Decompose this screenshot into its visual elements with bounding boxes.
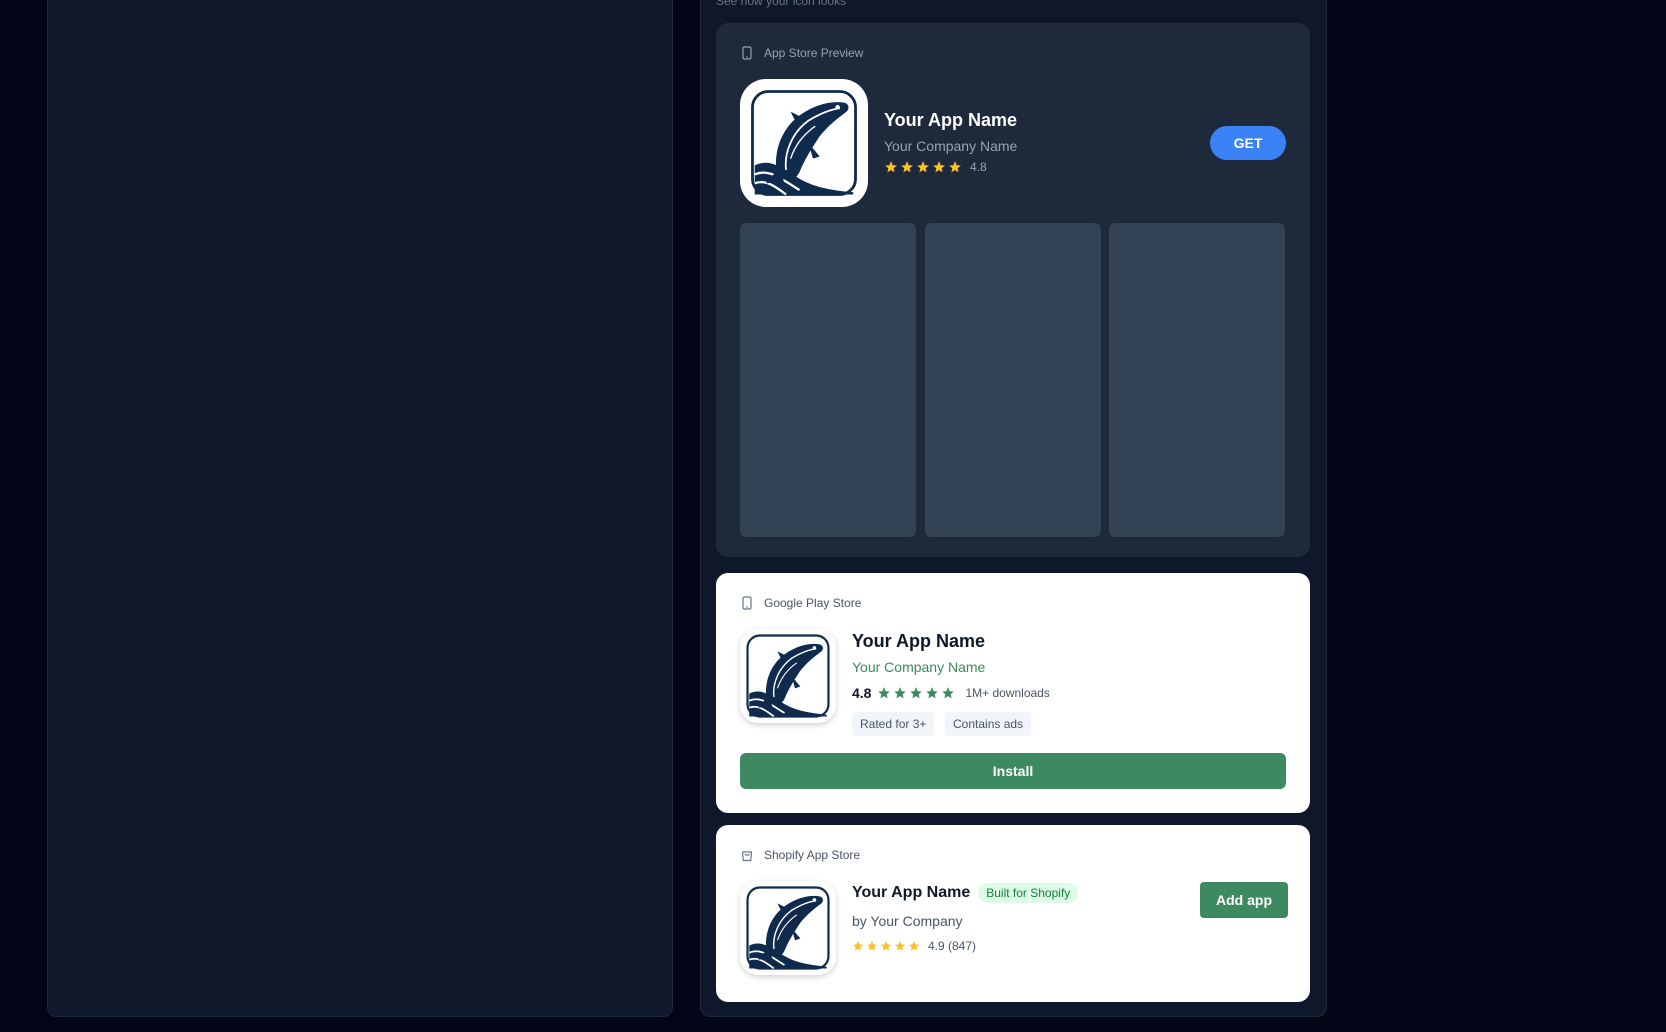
app-name: Your App Name [884,110,1018,130]
rating: 4.8 [884,160,987,174]
company-name: Your Company Name [884,138,1018,154]
google-play-header: Google Play Store [740,596,861,610]
app-name: Your App Name [852,884,971,901]
star-icon [881,941,891,951]
shopify-label: Shopify App Store [764,848,861,862]
star-rating [884,160,962,174]
phone-icon [742,596,752,610]
rating: 4.8 1M+ downloads [852,685,1050,701]
screenshot-placeholder [925,223,1101,537]
fish-icon [746,634,830,718]
app-store-preview-card: App Store Preview Your App Name Your Com… [716,23,1310,557]
fish-icon [751,90,857,196]
star-icon [867,941,877,951]
shopify-header: Shopify App Store [740,848,860,862]
star-icon [917,161,929,173]
star-icon [894,687,907,699]
ads-tag: Contains ads [945,712,1032,736]
star-icon [885,161,897,173]
star-icon [933,161,945,173]
star-icon [901,161,913,173]
downloads: 1M+ downloads [965,686,1050,700]
star-icon [878,687,891,699]
rating-value: 4.8 [970,160,987,174]
developer-name: by Your Company [852,913,963,929]
phone-icon [742,46,752,60]
google-play-card: Google Play Store Your App Name Your Com… [716,573,1310,813]
add-app-button[interactable]: Add app [1200,882,1288,918]
shopify-card: Shopify App Store Your App Name Built fo… [716,825,1310,1002]
app-icon [740,881,836,975]
star-icon [926,687,939,699]
screenshot-placeholder [1109,223,1285,537]
app-icon [740,629,836,723]
rating-value: 4.8 [852,685,872,701]
star-rating [877,686,955,700]
fish-icon-wrapper [748,87,860,199]
rating-value: 4.9 (847) [928,939,977,953]
app-icon [740,79,868,207]
get-button[interactable]: GET [1210,126,1286,160]
fish-icon [746,886,830,970]
star-icon [949,161,961,173]
company-name: Your Company Name [852,659,986,675]
screenshot-placeholder [740,223,916,537]
shopify-title-row: Your App Name Built for Shopify [852,883,1079,903]
fish-icon-wrapper [744,632,832,720]
star-icon [853,941,863,951]
content-rating-tag: Rated for 3+ [852,712,935,736]
google-play-label: Google Play Store [764,596,862,610]
star-icon [909,941,919,951]
star-icon [942,687,955,699]
star-rating [852,940,920,952]
preview-hint: See how your icon looks [716,0,847,8]
app-store-preview-label: App Store Preview [764,46,864,60]
left-panel [47,0,673,1017]
built-for-shopify-badge: Built for Shopify [978,883,1079,903]
app-store-preview-header: App Store Preview [740,46,863,60]
rating: 4.9 (847) [852,939,976,953]
star-icon [910,687,923,699]
app-name: Your App Name [852,631,986,651]
fish-icon-wrapper [744,884,832,972]
star-icon [895,941,905,951]
install-button[interactable]: Install [740,753,1286,789]
shopping-bag-icon [741,851,753,862]
